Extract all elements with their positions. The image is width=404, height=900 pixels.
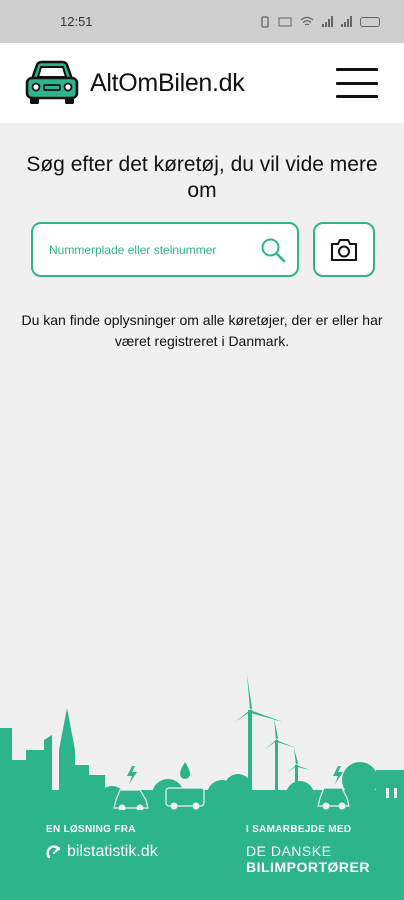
footer-right-kicker: I SAMARBEJDE MED <box>246 824 352 835</box>
footer: EN LØSNING FRA bilstatistik.dk I SAMARBE… <box>0 810 404 900</box>
city-skyline-illustration <box>0 675 404 820</box>
menu-icon-bar <box>336 95 378 98</box>
data-speed-icon <box>278 17 292 26</box>
status-bar: 12:51 <box>0 0 404 43</box>
signal-icon-2 <box>341 16 352 27</box>
status-time: 12:51 <box>60 14 93 29</box>
footer-right-brand-line1: DE DANSKE <box>246 843 332 859</box>
car-logo-icon[interactable] <box>24 59 80 107</box>
search-box <box>31 222 299 277</box>
menu-button[interactable] <box>336 68 378 98</box>
menu-icon-bar <box>336 68 378 71</box>
wifi-icon <box>300 16 314 26</box>
danske-bilimportorer-logo: DE DANSKE BILIMPORTØRER <box>246 843 370 875</box>
vibrate-icon <box>261 15 269 28</box>
footer-left-kicker: EN LØSNING FRA <box>46 824 136 835</box>
bilstatistik-icon <box>46 845 61 859</box>
camera-button[interactable] <box>313 222 375 277</box>
search-input[interactable] <box>47 241 259 258</box>
footer-partner-right[interactable]: I SAMARBEJDE MED DE DANSKE BILIMPORTØRER <box>246 824 370 875</box>
footer-partner-left[interactable]: EN LØSNING FRA bilstatistik.dk <box>46 824 158 861</box>
camera-icon <box>331 238 357 261</box>
signal-icon <box>322 16 333 27</box>
page-headline: Søg efter det køretøj, du vil vide mere … <box>26 153 378 202</box>
footer-left-brand: bilstatistik.dk <box>67 843 158 860</box>
menu-icon-bar <box>336 81 378 85</box>
footer-right-brand-line2: BILIMPORTØRER <box>246 859 370 875</box>
info-text: Du kan finde oplysninger om alle køretøj… <box>21 312 383 349</box>
brand-name: AltOmBilen.dk <box>90 68 245 97</box>
bilstatistik-logo: bilstatistik.dk <box>46 843 158 861</box>
battery-icon <box>360 16 380 27</box>
app-header: AltOmBilen.dk <box>0 43 404 123</box>
status-icons <box>260 15 380 28</box>
search-icon[interactable] <box>259 236 287 264</box>
